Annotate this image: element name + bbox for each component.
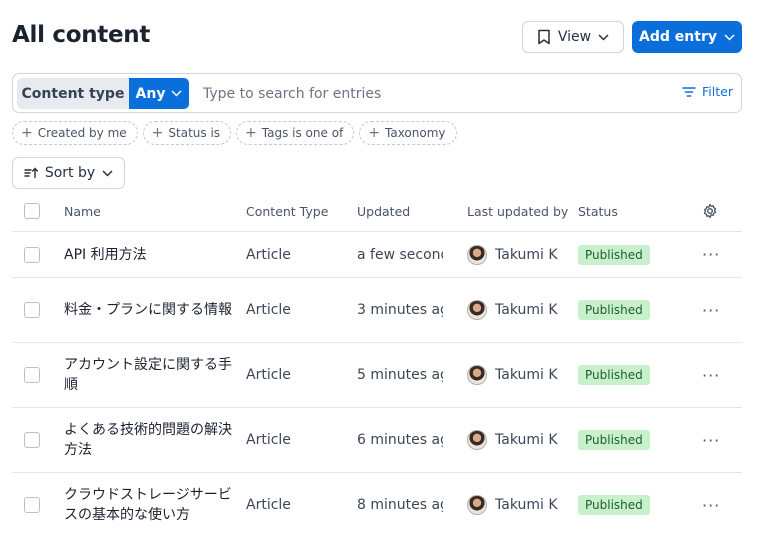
- filter-button[interactable]: Filter: [682, 84, 733, 99]
- bookmark-icon: [538, 29, 550, 45]
- entry-user: Takumi K: [495, 432, 558, 448]
- entry-name[interactable]: クラウドストレージサービスの基本的な使い方: [64, 485, 234, 525]
- column-header-updated[interactable]: Updated: [357, 191, 443, 231]
- content-table: Name Content Type Updated Last updated b…: [12, 191, 742, 537]
- column-header-status[interactable]: Status: [578, 191, 688, 231]
- row-checkbox[interactable]: [24, 246, 40, 263]
- content-type-select[interactable]: Any: [129, 78, 189, 109]
- avatar: [467, 244, 487, 265]
- plus-icon: +: [21, 125, 33, 141]
- entry-name[interactable]: 料金・プランに関する情報: [64, 300, 232, 320]
- sort-label: Sort by: [44, 165, 96, 181]
- row-checkbox[interactable]: [24, 432, 40, 448]
- entry-content-type: Article: [246, 367, 291, 383]
- more-actions-icon[interactable]: ···: [702, 301, 720, 320]
- view-button-label: View: [557, 29, 592, 45]
- entry-user: Takumi K: [495, 367, 558, 383]
- search-input[interactable]: [203, 79, 663, 108]
- status-badge: Published: [578, 244, 650, 265]
- select-all-checkbox[interactable]: [24, 203, 40, 219]
- entry-user: Takumi K: [495, 497, 558, 513]
- sort-button[interactable]: Sort by: [12, 157, 125, 189]
- plus-icon: +: [151, 125, 164, 141]
- chip-tags-is-one-of[interactable]: + Tags is one of: [236, 121, 355, 145]
- entry-content-type: Article: [246, 246, 291, 263]
- entry-updated: 3 minutes ago: [357, 302, 443, 318]
- entry-name[interactable]: アカウント設定に関する手順: [64, 355, 234, 395]
- chip-created-by-me[interactable]: + Created by me: [12, 121, 138, 145]
- status-badge: Published: [578, 300, 650, 320]
- content-type-label: Content type: [17, 78, 129, 109]
- table-row[interactable]: 料金・プランに関する情報 Article 3 minutes ago Takum…: [12, 278, 742, 343]
- avatar: [467, 430, 487, 450]
- table-row[interactable]: API 利用方法 Article a few seconds ago Takum…: [12, 232, 742, 278]
- entry-name[interactable]: よくある技術的問題の解決方法: [64, 420, 234, 460]
- entry-updated: 5 minutes ago: [357, 367, 443, 383]
- table-row[interactable]: よくある技術的問題の解決方法 Article 6 minutes ago Tak…: [12, 408, 742, 473]
- entry-user: Takumi K: [495, 302, 558, 318]
- row-checkbox[interactable]: [24, 302, 40, 318]
- avatar: [467, 365, 487, 385]
- entry-name[interactable]: API 利用方法: [64, 245, 147, 265]
- status-badge: Published: [578, 365, 650, 385]
- filter-icon: [682, 86, 696, 97]
- chip-label: Taxonomy: [385, 126, 446, 140]
- table-row[interactable]: クラウドストレージサービスの基本的な使い方 Article 8 minutes …: [12, 473, 742, 537]
- view-button[interactable]: View: [522, 21, 624, 53]
- sort-icon: [24, 167, 38, 179]
- gear-icon[interactable]: [702, 203, 718, 219]
- chip-taxonomy[interactable]: + Taxonomy: [359, 121, 457, 145]
- avatar: [467, 300, 487, 320]
- filter-label: Filter: [702, 84, 733, 99]
- plus-icon: +: [245, 125, 257, 141]
- status-badge: Published: [578, 430, 650, 450]
- entry-user: Takumi K: [495, 246, 558, 263]
- entry-content-type: Article: [246, 432, 291, 448]
- filter-chips: + Created by me + Status is + Tags is one o…: [12, 121, 457, 145]
- column-header-name[interactable]: Name: [64, 191, 234, 231]
- entry-updated: a few seconds ago: [357, 246, 443, 263]
- more-actions-icon[interactable]: ···: [702, 245, 720, 264]
- plus-icon: +: [368, 125, 380, 141]
- row-checkbox[interactable]: [24, 497, 40, 513]
- table-row[interactable]: アカウント設定に関する手順 Article 5 minutes ago Taku…: [12, 343, 742, 408]
- entry-content-type: Article: [246, 497, 291, 513]
- add-entry-button[interactable]: Add entry: [632, 21, 742, 53]
- avatar: [467, 495, 487, 515]
- chip-status-is[interactable]: + Status is: [142, 121, 232, 145]
- search-bar: Content type Any Filter: [12, 73, 742, 113]
- row-checkbox[interactable]: [24, 367, 40, 383]
- status-badge: Published: [578, 495, 650, 515]
- column-header-content-type[interactable]: Content Type: [246, 191, 346, 231]
- more-actions-icon[interactable]: ···: [702, 366, 720, 385]
- entry-updated: 6 minutes ago: [357, 432, 443, 448]
- chevron-down-icon: [171, 90, 182, 97]
- more-actions-icon[interactable]: ···: [702, 431, 720, 450]
- chevron-down-icon: [102, 169, 113, 177]
- table-header: Name Content Type Updated Last updated b…: [12, 191, 742, 232]
- entry-updated: 8 minutes ago: [357, 497, 443, 513]
- chip-label: Status is: [168, 126, 221, 140]
- column-header-last-updated-by[interactable]: Last updated by: [467, 191, 572, 231]
- page-title: All content: [12, 22, 151, 48]
- more-actions-icon[interactable]: ···: [702, 496, 720, 515]
- chip-label: Tags is one of: [261, 126, 344, 140]
- chip-label: Created by me: [37, 126, 127, 140]
- chevron-down-icon: [598, 33, 609, 41]
- chevron-down-icon: [724, 33, 735, 41]
- content-type-value: Any: [135, 85, 166, 102]
- entry-content-type: Article: [246, 302, 291, 318]
- add-entry-label: Add entry: [639, 29, 717, 45]
